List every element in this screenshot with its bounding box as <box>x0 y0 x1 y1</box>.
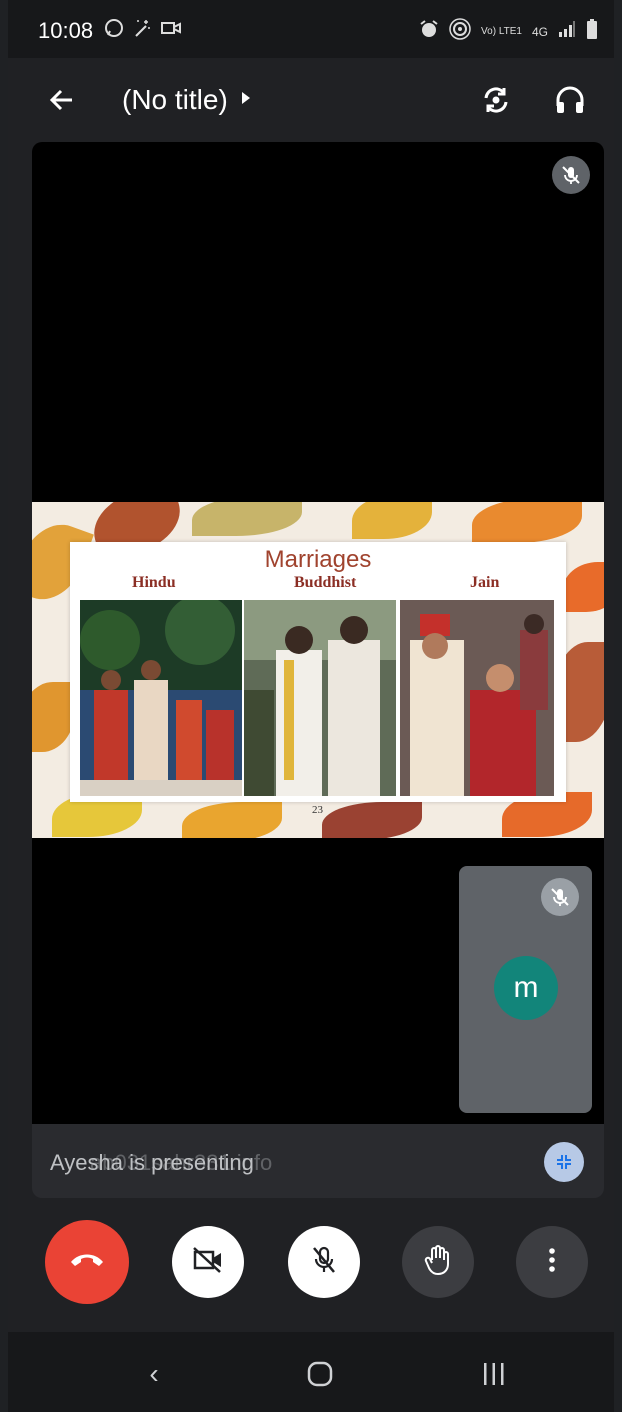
leaf-decoration <box>322 802 422 838</box>
raise-hand-button[interactable] <box>402 1226 474 1298</box>
network-operator-text: Vo) LTE1 <box>481 25 522 37</box>
presenting-status: ab031sahr331.info Ayesha is presenting <box>50 1150 272 1176</box>
caret-right-icon <box>240 90 252 111</box>
camera-off-icon <box>191 1246 225 1279</box>
meeting-title-text: (No title) <box>122 84 228 115</box>
mic-toggle-button[interactable] <box>288 1226 360 1298</box>
hotspot-icon <box>449 18 471 45</box>
switch-camera-icon[interactable] <box>478 82 514 118</box>
shared-slide: Marriages Hindu Buddhist Jain 23 <box>32 502 604 838</box>
nav-back-button[interactable]: ‹ <box>134 1354 174 1394</box>
minimize-icon[interactable] <box>544 1142 584 1182</box>
headphones-icon[interactable] <box>552 82 588 118</box>
presentation-stage[interactable]: Marriages Hindu Buddhist Jain 23 m <box>32 142 604 1124</box>
leaf-decoration <box>182 802 282 838</box>
magic-wand-icon <box>132 18 152 43</box>
arrow-left-icon[interactable] <box>44 82 80 118</box>
slide-label-hindu: Hindu <box>132 574 176 591</box>
end-call-icon <box>69 1250 105 1275</box>
leaf-decoration <box>352 502 432 539</box>
slide-title: Marriages <box>264 546 372 573</box>
mic-muted-icon <box>552 156 590 194</box>
meeting-title[interactable]: (No title) <box>122 84 252 116</box>
mic-muted-icon <box>541 878 579 916</box>
hindu-wedding-photo <box>80 600 242 796</box>
nav-recents-button[interactable] <box>474 1354 514 1394</box>
presenting-text: Ayesha is presenting <box>50 1150 254 1175</box>
slide-page-number: 23 <box>312 804 323 816</box>
system-nav-bar: ‹ <box>8 1332 614 1412</box>
jain-wedding-photo <box>400 600 554 796</box>
whatsapp-icon <box>104 18 124 43</box>
slide-label-jain: Jain <box>470 574 500 591</box>
buddhist-wedding-photo <box>244 600 396 796</box>
mic-off-icon <box>310 1245 338 1280</box>
self-view-tile[interactable]: m <box>459 866 592 1113</box>
camera-toggle-button[interactable] <box>172 1226 244 1298</box>
more-vert-icon <box>548 1247 556 1278</box>
status-bar: 10:08 Vo) LTE1 4G <box>8 0 614 58</box>
leaf-decoration <box>192 502 302 536</box>
end-call-button[interactable] <box>45 1220 129 1304</box>
alarm-icon <box>419 19 439 44</box>
video-camera-icon <box>160 18 182 43</box>
slide-card: Marriages Hindu Buddhist Jain <box>70 542 566 802</box>
presenting-bar: ab031sahr331.info Ayesha is presenting <box>32 1124 604 1198</box>
leaf-decoration <box>472 502 582 543</box>
avatar: m <box>494 956 558 1020</box>
network-label: Vo) LTE1 <box>481 25 522 37</box>
slide-label-buddhist: Buddhist <box>294 574 357 591</box>
more-options-button[interactable] <box>516 1226 588 1298</box>
app-bar: (No title) <box>8 58 614 142</box>
battery-icon <box>586 19 598 44</box>
network-type: 4G <box>531 24 548 39</box>
nav-home-button[interactable] <box>300 1354 340 1394</box>
leaf-decoration <box>562 562 604 612</box>
call-controls <box>8 1220 614 1312</box>
raise-hand-icon <box>423 1244 453 1281</box>
status-time: 10:08 <box>38 18 94 43</box>
leaf-decoration <box>32 682 75 752</box>
signal-icon <box>558 21 576 42</box>
